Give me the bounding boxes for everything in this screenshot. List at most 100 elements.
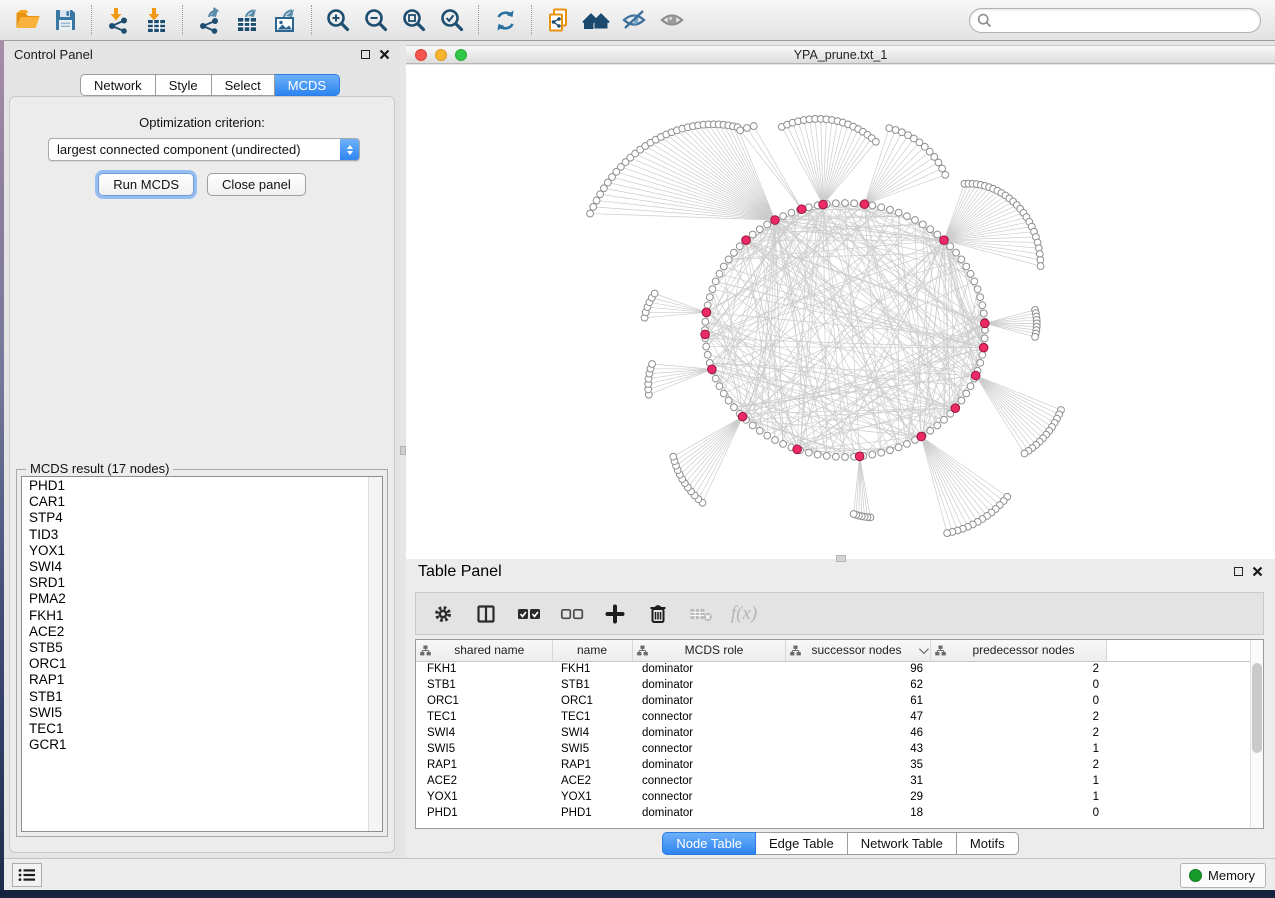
tab-edge-table[interactable]: Edge Table	[756, 832, 848, 855]
tab-network[interactable]: Network	[80, 74, 156, 96]
float-panel-icon[interactable]	[361, 50, 370, 59]
column-header-shared-name[interactable]: shared name	[416, 640, 552, 661]
column-settings-button[interactable]	[428, 598, 458, 630]
mcds-result-item[interactable]: STP4	[29, 510, 368, 526]
table-row[interactable]: STB1STB1dominator620	[416, 677, 1250, 693]
table-row[interactable]: ORC1ORC1dominator610	[416, 693, 1250, 709]
mcds-result-item[interactable]: RAP1	[29, 672, 368, 688]
refresh-icon	[492, 7, 519, 34]
float-table-panel-icon[interactable]	[1234, 567, 1243, 576]
mcds-result-item[interactable]: PMA2	[29, 591, 368, 607]
import-network-button[interactable]	[99, 2, 137, 38]
zoom-selected-button[interactable]	[433, 2, 471, 38]
optimization-criterion-select[interactable]: largest connected component (undirected)	[48, 138, 360, 161]
function-builder-button[interactable]: f(x)	[729, 598, 759, 630]
zoom-in-button[interactable]	[319, 2, 357, 38]
memory-button[interactable]: Memory	[1180, 863, 1266, 888]
column-header-successor-nodes[interactable]: successor nodes	[785, 640, 930, 661]
home-button[interactable]	[577, 2, 615, 38]
table-row[interactable]: TEC1TEC1connector472	[416, 709, 1250, 725]
control-panel-tabs: Network Style Select MCDS	[80, 74, 340, 96]
table-scrollbar[interactable]	[1250, 640, 1263, 828]
mcds-result-title: MCDS result (17 nodes)	[26, 461, 173, 476]
table-row[interactable]: FKH1FKH1dominator962	[416, 661, 1250, 677]
export-table-button[interactable]	[228, 2, 266, 38]
status-bar: Memory	[4, 858, 1275, 890]
mcds-result-item[interactable]: STB1	[29, 689, 368, 705]
mcds-result-item[interactable]: TEC1	[29, 721, 368, 737]
search-field-wrap	[969, 8, 1261, 33]
toolbar-separator	[478, 5, 479, 35]
tab-mcds[interactable]: MCDS	[275, 74, 340, 96]
table-row[interactable]: ACE2ACE2connector311	[416, 773, 1250, 789]
table-row[interactable]: PHD1PHD1dominator180	[416, 805, 1250, 821]
mcds-result-item[interactable]: TID3	[29, 527, 368, 543]
mcds-result-item[interactable]: SWI4	[29, 559, 368, 575]
tab-network-table[interactable]: Network Table	[848, 832, 957, 855]
table-row[interactable]: YOX1YOX1connector291	[416, 789, 1250, 805]
select-all-columns-button[interactable]	[514, 598, 544, 630]
table-row[interactable]: SWI5SWI5connector431	[416, 741, 1250, 757]
zoom-in-icon	[325, 7, 352, 34]
column-header-mcds-role[interactable]: MCDS role	[632, 640, 785, 661]
export-network-icon	[196, 7, 223, 34]
delete-column-button[interactable]	[643, 598, 673, 630]
mcds-result-item[interactable]: FKH1	[29, 608, 368, 624]
export-table-icon	[234, 7, 261, 34]
hide-graphics-details-button[interactable]	[615, 2, 653, 38]
tab-style[interactable]: Style	[156, 74, 212, 96]
tab-select[interactable]: Select	[212, 74, 275, 96]
run-mcds-button[interactable]: Run MCDS	[98, 173, 194, 196]
window-maximize-icon[interactable]	[455, 49, 467, 61]
save-button[interactable]	[46, 2, 84, 38]
export-image-button[interactable]	[266, 2, 304, 38]
table-row[interactable]: RAP1RAP1dominator352	[416, 757, 1250, 773]
tab-node-table[interactable]: Node Table	[662, 832, 756, 855]
column-header-name[interactable]: name	[552, 640, 632, 661]
show-task-history-button[interactable]	[12, 863, 42, 887]
table-scrollbar-thumb[interactable]	[1252, 663, 1262, 753]
export-network-button[interactable]	[190, 2, 228, 38]
zoom-out-button[interactable]	[357, 2, 395, 38]
home-icon	[582, 7, 610, 33]
mcds-result-item[interactable]: SRD1	[29, 575, 368, 591]
network-canvas[interactable]	[406, 65, 1275, 559]
network-titlebar: YPA_prune.txt_1	[406, 45, 1275, 64]
mcds-result-item[interactable]: ACE2	[29, 624, 368, 640]
show-columns-button[interactable]	[471, 598, 501, 630]
zoom-fit-button[interactable]	[395, 2, 433, 38]
horizontal-splitter-grip[interactable]	[836, 555, 846, 562]
unselect-all-columns-button[interactable]	[557, 598, 587, 630]
table-row[interactable]: SWI4SWI4dominator462	[416, 725, 1250, 741]
clone-network-button[interactable]	[539, 2, 577, 38]
close-panel-icon[interactable]	[379, 49, 390, 60]
window-minimize-icon[interactable]	[435, 49, 447, 61]
sort-chevron-icon	[918, 644, 928, 654]
table-toolbar: f(x)	[415, 592, 1264, 635]
mcds-result-item[interactable]: SWI5	[29, 705, 368, 721]
mcds-result-item[interactable]: CAR1	[29, 494, 368, 510]
attribute-icon	[637, 645, 648, 656]
delete-table-button[interactable]	[686, 598, 716, 630]
refresh-button[interactable]	[486, 2, 524, 38]
mcds-result-item[interactable]: STB5	[29, 640, 368, 656]
close-table-panel-icon[interactable]	[1252, 566, 1263, 577]
close-panel-button[interactable]: Close panel	[207, 173, 306, 196]
show-graphics-details-button[interactable]	[653, 2, 691, 38]
column-header-predecessor-nodes[interactable]: predecessor nodes	[930, 640, 1106, 661]
mcds-result-item[interactable]: YOX1	[29, 543, 368, 559]
mcds-result-item[interactable]: GCR1	[29, 737, 368, 753]
add-column-button[interactable]	[600, 598, 630, 630]
mcds-result-item[interactable]: ORC1	[29, 656, 368, 672]
mcds-result-scrollbar[interactable]	[368, 477, 382, 831]
checked-boxes-icon	[517, 606, 541, 622]
window-close-icon[interactable]	[415, 49, 427, 61]
search-input[interactable]	[969, 8, 1261, 33]
export-image-icon	[272, 7, 299, 34]
eye-icon	[658, 7, 686, 33]
open-button[interactable]	[8, 2, 46, 38]
tab-motifs[interactable]: Motifs	[957, 832, 1019, 855]
mcds-result-list: PHD1CAR1STP4TID3YOX1SWI4SRD1PMA2FKH1ACE2…	[21, 476, 383, 832]
mcds-result-item[interactable]: PHD1	[29, 478, 368, 494]
import-table-button[interactable]	[137, 2, 175, 38]
